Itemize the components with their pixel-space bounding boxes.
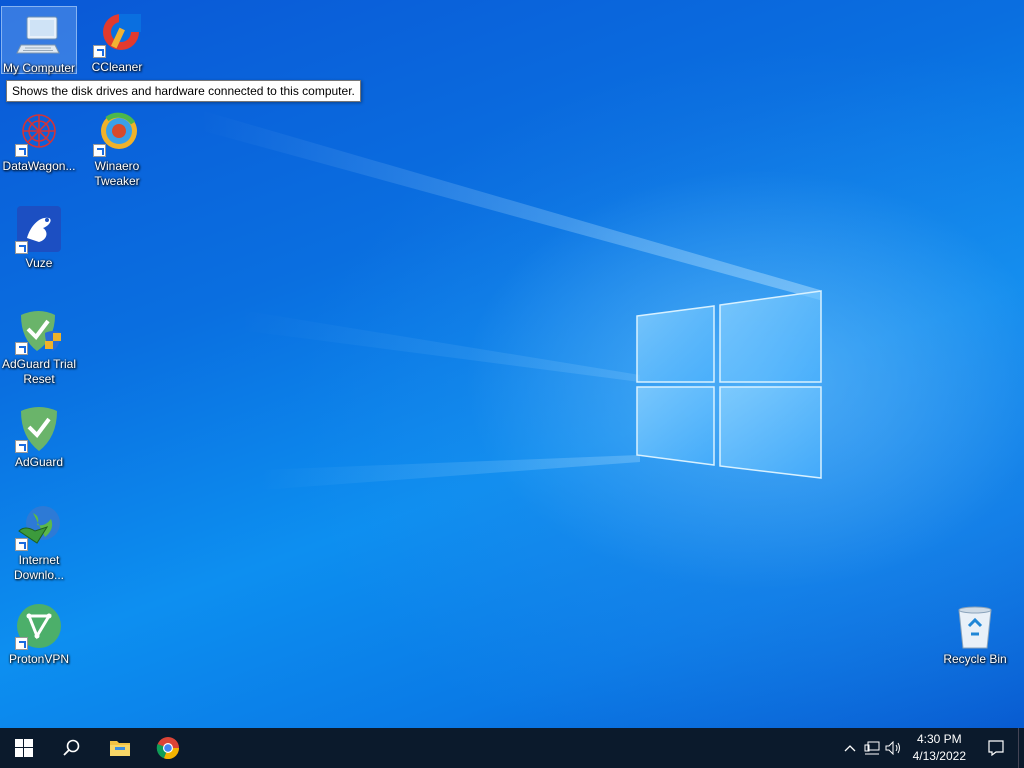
ccleaner-icon: [93, 10, 141, 58]
computer-icon: [15, 11, 63, 59]
desktop-icon-label: AdGuard: [14, 455, 64, 469]
adguard-shield-icon: [15, 307, 63, 355]
desktop-icon-label: DataWagon...: [2, 159, 76, 173]
adguard-shield-icon: [15, 405, 63, 453]
notification-icon: [988, 740, 1004, 756]
file-explorer-button[interactable]: [96, 728, 144, 768]
desktop[interactable]: My Computer CCleaner Shows the disk driv…: [0, 0, 1024, 728]
system-tray: 4:30 PM 4/13/2022: [839, 728, 1024, 768]
start-button[interactable]: [0, 728, 48, 768]
protonvpn-icon: [15, 602, 63, 650]
taskbar: 4:30 PM 4/13/2022: [0, 728, 1024, 768]
shortcut-arrow-icon: [15, 144, 28, 157]
shortcut-arrow-icon: [93, 45, 106, 58]
show-hidden-icons-chevron-up-icon[interactable]: [839, 728, 861, 768]
desktop-icon-label: Recycle Bin: [943, 652, 1007, 666]
vuze-frog-icon: [15, 206, 63, 254]
windows-logo-wallpaper: [636, 290, 822, 479]
datawagon-icon: [15, 109, 63, 157]
show-desktop-button[interactable]: [1018, 728, 1024, 768]
search-button[interactable]: [48, 728, 96, 768]
desktop-icon-label: CCleaner: [91, 60, 143, 74]
desktop-icon-datawagon[interactable]: DataWagon...: [1, 105, 77, 174]
action-center-button[interactable]: [974, 728, 1018, 768]
chrome-button[interactable]: [144, 728, 192, 768]
folder-icon: [110, 741, 130, 756]
desktop-icon-adguard[interactable]: AdGuard: [1, 401, 77, 470]
clock-time: 4:30 PM: [916, 732, 962, 746]
desktop-icon-label: Winaero Tweaker: [94, 159, 140, 188]
desktop-icon-winaero-tweaker[interactable]: Winaero Tweaker: [79, 105, 155, 189]
desktop-icon-label: Vuze: [25, 256, 53, 270]
clock-date: 4/13/2022: [912, 749, 966, 763]
desktop-icon-label: My Computer: [2, 61, 76, 75]
globe-download-icon: [15, 503, 63, 551]
desktop-icon-internet-download-manager[interactable]: Internet Downlo...: [1, 499, 77, 583]
desktop-icon-vuze[interactable]: Vuze: [1, 202, 77, 271]
shortcut-arrow-icon: [15, 241, 28, 254]
chrome-icon: [156, 737, 180, 760]
shortcut-arrow-icon: [15, 342, 28, 355]
desktop-icon-my-computer[interactable]: My Computer: [1, 6, 77, 75]
search-icon: [63, 739, 80, 756]
windows-start-icon: [15, 739, 33, 757]
clock[interactable]: 4:30 PM 4/13/2022: [905, 731, 974, 765]
recycle-bin-icon: [951, 602, 999, 650]
desktop-icon-label: Internet Downlo...: [13, 553, 65, 582]
shortcut-arrow-icon: [15, 440, 28, 453]
desktop-icon-protonvpn[interactable]: ProtonVPN: [1, 598, 77, 667]
volume-icon[interactable]: [883, 728, 905, 768]
shortcut-arrow-icon: [15, 538, 28, 551]
network-icon[interactable]: [861, 728, 883, 768]
shortcut-arrow-icon: [93, 144, 106, 157]
tooltip: Shows the disk drives and hardware conne…: [6, 80, 361, 102]
winaero-tweaker-icon: [93, 109, 141, 157]
desktop-icon-recycle-bin[interactable]: Recycle Bin: [937, 598, 1013, 667]
shortcut-arrow-icon: [15, 637, 28, 650]
desktop-icon-label: ProtonVPN: [8, 652, 70, 666]
desktop-icon-ccleaner[interactable]: CCleaner: [79, 6, 155, 75]
desktop-icon-label: AdGuard Trial Reset: [1, 357, 77, 386]
desktop-icon-adguard-trial-reset[interactable]: AdGuard Trial Reset: [1, 303, 77, 387]
